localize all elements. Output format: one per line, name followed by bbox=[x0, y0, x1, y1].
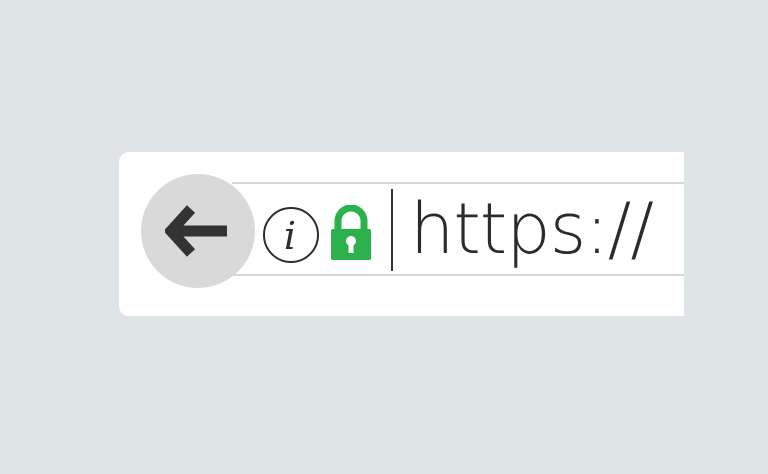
url-text[interactable]: https:// bbox=[410, 184, 680, 274]
site-info-button[interactable]: i bbox=[263, 207, 319, 263]
padlock-icon[interactable] bbox=[329, 205, 373, 261]
arrow-left-icon bbox=[165, 205, 227, 257]
info-icon: i bbox=[283, 214, 297, 258]
back-button[interactable] bbox=[141, 174, 255, 288]
address-divider bbox=[391, 189, 393, 271]
